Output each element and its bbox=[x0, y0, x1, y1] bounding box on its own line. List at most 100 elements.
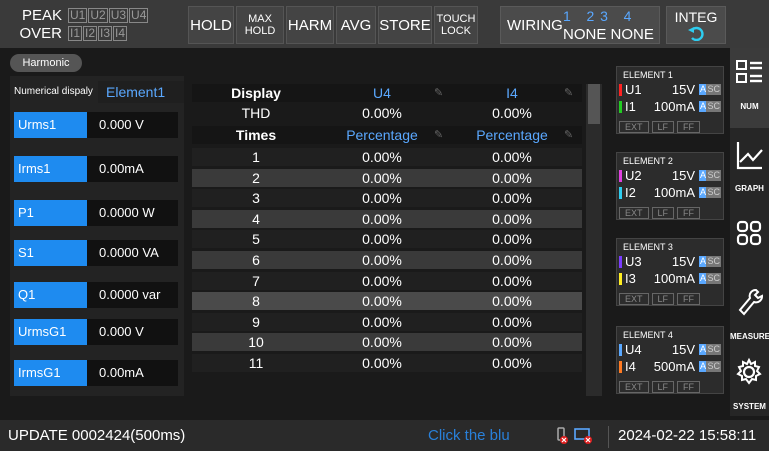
store-button[interactable]: STORE bbox=[378, 6, 432, 44]
element-selector[interactable]: Element1 bbox=[98, 81, 184, 103]
column-u-subheader[interactable]: Percentage bbox=[332, 126, 432, 144]
hint-text: Click the blu bbox=[428, 427, 510, 444]
element-u-row: U3 15V A SC bbox=[619, 254, 723, 270]
wiring-button[interactable]: WIRING 1 2 3 4 NONE NONE bbox=[500, 6, 660, 44]
harmonic-i-value: 0.00% bbox=[492, 293, 532, 310]
edit-icon[interactable]: ✎ bbox=[434, 126, 443, 144]
measurement-row[interactable]: P1 0.0000 W bbox=[14, 200, 178, 226]
top-toolbar: PEAK U1 U2 U3 U4 OVER I1 I2 I3 I4 HOLD M… bbox=[0, 0, 769, 48]
lf-tag: LF bbox=[651, 381, 675, 393]
network-disconnected-icon bbox=[574, 428, 592, 444]
nav-num-label: NUM bbox=[740, 102, 759, 111]
i-name: I1 bbox=[625, 99, 636, 114]
column-i-subheader[interactable]: Percentage bbox=[462, 126, 562, 144]
table-scrollbar[interactable] bbox=[586, 84, 602, 396]
over-channel: I1 bbox=[68, 25, 83, 41]
touch-lock-button[interactable]: TOUCH LOCK bbox=[434, 6, 478, 44]
element-box[interactable]: ELEMENT 3 U3 15V A SC I3 100mA A SC EXT LF FF bbox=[616, 238, 724, 306]
column-u-header[interactable]: U4 bbox=[332, 84, 432, 102]
max-hold-button[interactable]: MAX HOLD bbox=[236, 6, 284, 44]
harmonic-u-value: 0.00% bbox=[362, 231, 402, 248]
harmonic-u-value: 0.00% bbox=[362, 210, 402, 227]
thd-i-value: 0.00% bbox=[492, 105, 532, 121]
u-range: 15V bbox=[671, 168, 695, 183]
measurement-row[interactable]: Irms1 0.00mA bbox=[14, 156, 178, 182]
harmonic-order: 10 bbox=[248, 334, 264, 351]
table-row: 11 0.00% 0.00% bbox=[192, 354, 582, 372]
sc-tag: SC bbox=[706, 187, 721, 198]
harmonic-u-value: 0.00% bbox=[362, 149, 402, 165]
harmonic-i-value: 0.00% bbox=[492, 252, 532, 268]
element-box[interactable]: ELEMENT 1 U1 15V A SC I1 100mA A SC EXT LF FF bbox=[616, 66, 724, 134]
tab-harmonic[interactable]: Harmonic bbox=[10, 54, 82, 72]
max-hold-label-2: HOLD bbox=[244, 25, 276, 37]
element-u-row: U1 15V A SC bbox=[619, 82, 723, 98]
peak-channel: U4 bbox=[129, 7, 149, 23]
measurement-row[interactable]: Urms1 0.000 V bbox=[14, 112, 178, 138]
peak-channel: U3 bbox=[108, 7, 129, 23]
harmonic-order: 9 bbox=[252, 313, 260, 330]
harmonic-order: 2 bbox=[252, 169, 260, 186]
thd-u-value: 0.00% bbox=[362, 105, 402, 121]
lf-tag: LF bbox=[651, 293, 675, 305]
ext-tag: EXT bbox=[619, 121, 649, 133]
thd-row: THD 0.00% 0.00% bbox=[192, 104, 582, 122]
harmonic-order: 4 bbox=[252, 210, 260, 227]
usb-disconnected-icon bbox=[557, 427, 568, 444]
measurement-name: UrmsG1 bbox=[14, 319, 87, 345]
wiring-values: NONE NONE bbox=[563, 26, 654, 43]
hold-button[interactable]: HOLD bbox=[188, 6, 234, 44]
edit-icon[interactable]: ✎ bbox=[434, 84, 443, 102]
measurement-row[interactable]: Q1 0.0000 var bbox=[14, 282, 178, 308]
measurement-name: Q1 bbox=[14, 282, 87, 308]
sc-tag: SC bbox=[706, 101, 721, 112]
sc-tag: SC bbox=[706, 84, 721, 95]
integ-button[interactable]: INTEG bbox=[666, 6, 726, 44]
u-color-bar bbox=[619, 170, 622, 182]
measurement-row[interactable]: UrmsG1 0.000 V bbox=[14, 319, 178, 345]
scrollbar-thumb[interactable] bbox=[588, 84, 600, 124]
measurement-name: P1 bbox=[14, 200, 87, 226]
table-row: 6 0.00% 0.00% bbox=[192, 251, 582, 269]
element-filters: EXT LF FF bbox=[619, 117, 721, 133]
over-channel: I2 bbox=[83, 25, 98, 41]
harm-button[interactable]: HARM bbox=[286, 6, 334, 44]
measurement-panel: Numerical dispaly Element1 Urms1 0.000 V… bbox=[10, 76, 184, 396]
measurement-value: 0.000 V bbox=[87, 112, 178, 138]
nav-measure[interactable]: MEASURE bbox=[730, 276, 769, 356]
peak-channel: U2 bbox=[88, 7, 108, 23]
i-range: 100mA bbox=[653, 99, 695, 114]
harmonic-i-value: 0.00% bbox=[492, 355, 532, 371]
measurement-row[interactable]: IrmsG1 0.00mA bbox=[14, 360, 178, 386]
measurement-name: Urms1 bbox=[14, 112, 87, 138]
measurement-name: IrmsG1 bbox=[14, 360, 87, 386]
nav-num[interactable]: NUM bbox=[730, 48, 769, 128]
u-name: U1 bbox=[625, 82, 642, 97]
grid-icon bbox=[736, 220, 762, 246]
element-u-row: U4 15V A SC bbox=[619, 342, 723, 358]
harmonic-i-value: 0.00% bbox=[492, 190, 532, 207]
nav-graph[interactable]: GRAPH bbox=[730, 128, 769, 208]
measurement-row[interactable]: S1 0.0000 VA bbox=[14, 240, 178, 266]
nav-system-label: SYSTEM bbox=[733, 402, 766, 411]
edit-icon[interactable]: ✎ bbox=[564, 84, 573, 102]
harmonic-u-value: 0.00% bbox=[362, 169, 402, 186]
table-row: 3 0.00% 0.00% bbox=[192, 189, 582, 208]
harmonic-i-value: 0.00% bbox=[492, 231, 532, 248]
lf-tag: LF bbox=[651, 121, 675, 133]
edit-icon[interactable]: ✎ bbox=[564, 126, 573, 144]
column-i-header[interactable]: I4 bbox=[462, 84, 562, 102]
element-box[interactable]: ELEMENT 2 U2 15V A SC I2 100mA A SC EXT LF FF bbox=[616, 152, 724, 220]
element-filters: EXT LF FF bbox=[619, 289, 721, 305]
harmonic-u-value: 0.00% bbox=[362, 190, 402, 207]
element-panel: ELEMENT 1 U1 15V A SC I1 100mA A SC EXT LF FF ELEMEN… bbox=[608, 56, 728, 406]
element-title: ELEMENT 3 bbox=[623, 242, 673, 252]
i-range: 500mA bbox=[653, 359, 695, 374]
measurement-name: Irms1 bbox=[14, 156, 87, 182]
element-box[interactable]: ELEMENT 4 U4 15V A SC I4 500mA A SC EXT LF FF bbox=[616, 326, 724, 394]
avg-button[interactable]: AVG bbox=[336, 6, 376, 44]
integ-label: INTEG bbox=[674, 9, 718, 25]
nav-system[interactable]: SYSTEM bbox=[730, 346, 769, 426]
u-name: U4 bbox=[625, 342, 642, 357]
u-color-bar bbox=[619, 256, 622, 268]
